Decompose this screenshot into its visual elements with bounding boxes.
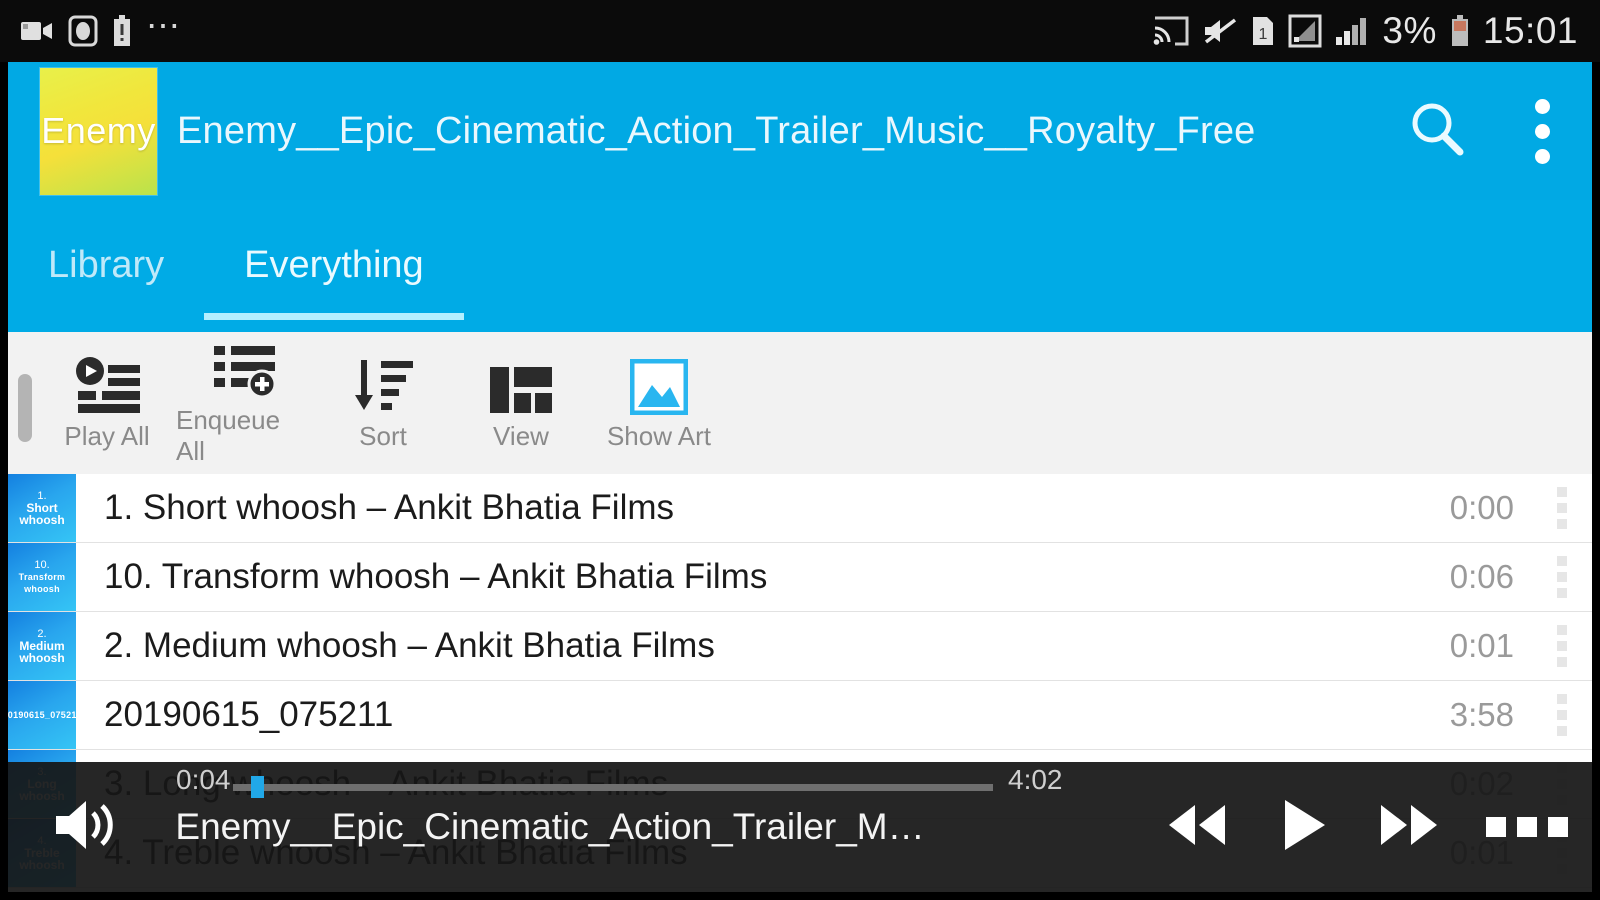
rewind-button[interactable] (1144, 801, 1250, 854)
view-icon (488, 355, 554, 415)
track-drag-handle[interactable] (1532, 694, 1592, 736)
play-all-icon (72, 355, 142, 415)
volume-icon (50, 797, 122, 858)
kebab-menu-icon (1534, 98, 1550, 164)
play-all-button[interactable]: Play All (38, 355, 176, 452)
tab-everything[interactable]: Everything (204, 234, 464, 332)
seek-bar-thumb[interactable] (251, 776, 264, 798)
player-more-button[interactable] (1462, 817, 1592, 837)
tab-library[interactable]: Library (8, 234, 204, 332)
track-title: 10. Transform whoosh – Ankit Bhatia Film… (104, 557, 768, 596)
elapsed-time-label: 0:04 (176, 764, 231, 795)
mini-player-bar: 0:04 4:02 Enemy__Epic_Cinematic_Action_T… (8, 762, 1592, 892)
table-row[interactable]: 1. Short whoosh 1. Short whoosh – Ankit … (8, 474, 1592, 543)
show-art-icon (630, 355, 688, 415)
search-button[interactable] (1382, 98, 1492, 165)
track-drag-handle[interactable] (1532, 625, 1592, 667)
status-bar: ⋯ 1 3% 15:01 (0, 0, 1600, 62)
track-thumbnail: 2. Medium whoosh (8, 612, 76, 680)
battery-percent-label: 3% (1382, 10, 1437, 51)
battery-alert-icon (112, 15, 132, 47)
view-button[interactable]: View (452, 355, 590, 452)
enqueue-all-icon (210, 339, 280, 399)
cast-icon (1153, 16, 1189, 46)
play-icon (1277, 797, 1329, 858)
status-bar-left: ⋯ (20, 7, 182, 47)
overflow-menu-button[interactable] (1492, 98, 1592, 164)
svg-text:1: 1 (1259, 26, 1268, 43)
track-title: 2. Medium whoosh – Ankit Bhatia Films (104, 626, 715, 665)
track-duration: 0:06 (1449, 558, 1514, 595)
rewind-icon (1163, 801, 1231, 854)
action-toolbar: Play All Enqueue All Sort View Show Art (8, 332, 1592, 474)
page-title: Enemy__Epic_Cinematic_Action_Trailer_Mus… (177, 109, 1256, 152)
screen-record-icon (68, 15, 98, 47)
table-row[interactable]: 10. Transform whoosh 10. Transform whoos… (8, 543, 1592, 612)
total-time-label: 4:02 (1008, 764, 1063, 795)
track-thumbnail: 1. Short whoosh (8, 474, 76, 542)
track-drag-handle[interactable] (1532, 487, 1592, 529)
track-thumb-label: 20190615_075211 (8, 710, 76, 720)
sort-button[interactable]: Sort (314, 355, 452, 452)
search-icon (1406, 98, 1468, 165)
fast-forward-icon (1375, 801, 1443, 854)
volume-muted-icon (1202, 17, 1238, 45)
track-title: 20190615_075211 (104, 695, 394, 734)
signal-square-icon (1288, 14, 1322, 48)
video-camera-icon (20, 18, 54, 44)
album-art-label: Enemy (41, 110, 156, 151)
more-horizontal-icon (1486, 817, 1568, 837)
now-playing-title[interactable]: Enemy__Epic_Cinematic_Action_Trailer_M… (146, 806, 1144, 848)
sort-icon (351, 355, 415, 415)
table-row[interactable]: 20190615_075211 20190615_075211 3:58 (8, 681, 1592, 750)
play-all-label: Play All (64, 420, 150, 451)
play-button[interactable] (1250, 797, 1356, 858)
track-duration: 0:00 (1449, 489, 1514, 526)
show-art-button[interactable]: Show Art (590, 355, 728, 452)
enqueue-all-button[interactable]: Enqueue All (176, 339, 314, 467)
album-art-thumbnail[interactable]: Enemy (40, 67, 157, 195)
track-thumb-number: 10. (34, 559, 50, 571)
more-notifications-icon: ⋯ (146, 7, 182, 45)
track-duration: 0:01 (1449, 627, 1514, 664)
seek-bar-track[interactable] (233, 784, 993, 791)
tab-bar: Library Everything (8, 200, 1592, 332)
battery-icon (1450, 15, 1470, 47)
sim-1-icon: 1 (1251, 15, 1275, 47)
track-title: 1. Short whoosh – Ankit Bhatia Films (104, 488, 674, 527)
table-row[interactable]: 2. Medium whoosh 2. Medium whoosh – Anki… (8, 612, 1592, 681)
show-art-label: Show Art (606, 420, 712, 451)
status-bar-right: 1 3% 15:01 (1153, 10, 1578, 52)
track-thumb-label: Transform whoosh (18, 572, 66, 594)
view-label: View (493, 420, 549, 451)
track-duration: 3:58 (1449, 696, 1514, 733)
track-thumbnail: 20190615_075211 (8, 681, 76, 749)
sort-label: Sort (359, 420, 407, 451)
enqueue-all-label: Enqueue All (176, 405, 281, 466)
volume-button[interactable] (26, 797, 146, 858)
track-drag-handle[interactable] (1532, 556, 1592, 598)
track-thumb-label: Medium whoosh (19, 639, 65, 665)
clock-label: 15:01 (1482, 10, 1578, 51)
app-screen: ⋯ 1 3% 15:01 Enemy Enemy__Epic_Cinematic… (0, 0, 1600, 900)
track-thumb-label: Short whoosh (19, 501, 65, 527)
fast-forward-button[interactable] (1356, 801, 1462, 854)
track-thumbnail: 10. Transform whoosh (8, 543, 76, 611)
signal-bars-icon (1335, 16, 1369, 46)
app-bar: Enemy Enemy__Epic_Cinematic_Action_Trail… (8, 62, 1592, 200)
toolbar-scroll-handle[interactable] (18, 374, 32, 442)
seek-bar[interactable] (8, 768, 1592, 802)
